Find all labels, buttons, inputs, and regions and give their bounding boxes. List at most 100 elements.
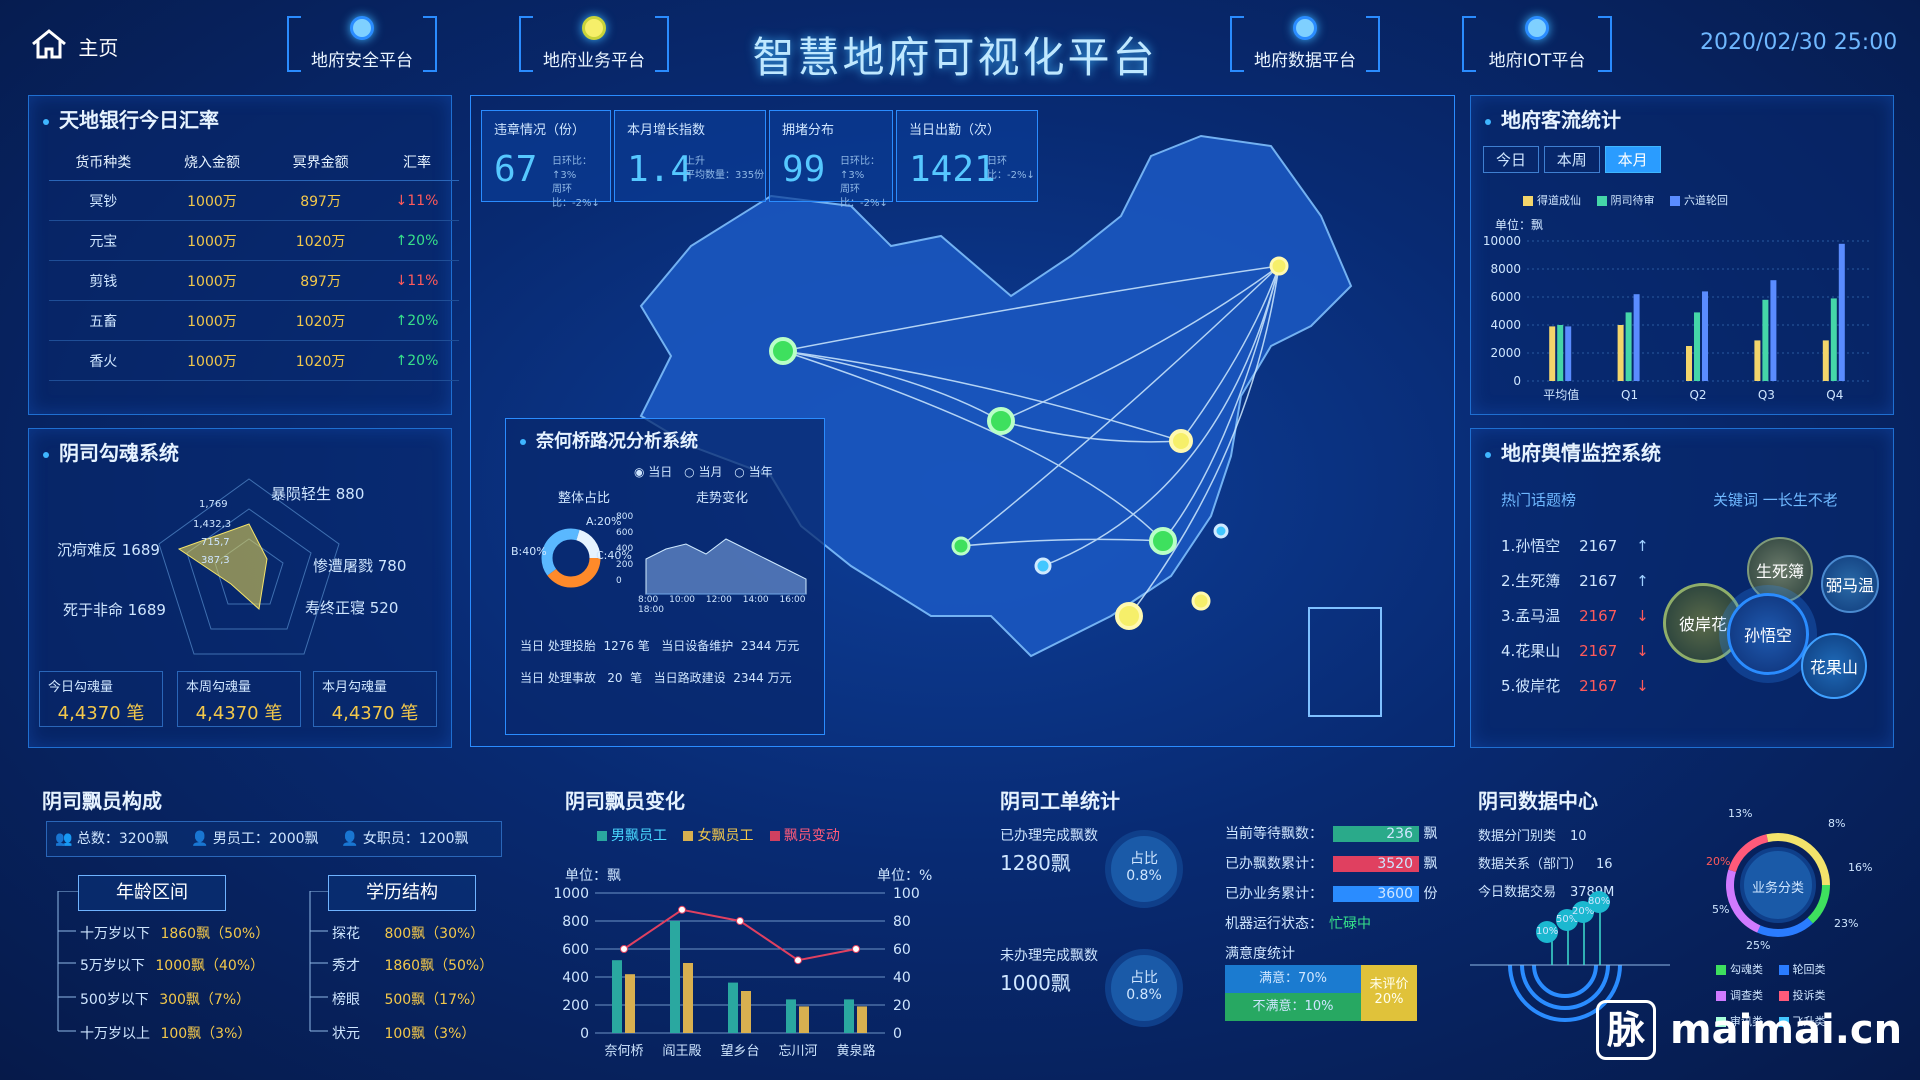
burn-cell: 1000万 xyxy=(157,260,267,301)
radio-year[interactable]: ○ 当年 xyxy=(734,465,772,479)
hot-item[interactable]: 3.孟马温 2167 ↓ xyxy=(1501,605,1649,626)
x-tick: 16:00 xyxy=(779,595,806,605)
kpi-sub: 日环比：↑3% 周环比：-2%↓ xyxy=(552,155,610,211)
bar xyxy=(728,982,738,1033)
y2-tick: 20 xyxy=(893,998,911,1014)
user-icon: 👤 xyxy=(340,831,359,847)
bridge-radio-group[interactable]: ◉ 当日 ○ 当月 ○ 当年 xyxy=(634,463,773,480)
age-label: 5万岁以下 xyxy=(80,958,145,974)
bubble[interactable]: 生死簿 xyxy=(1747,537,1813,603)
unit-left: 单位：飘 xyxy=(565,868,621,884)
nav-business[interactable]: 地府业务平台 xyxy=(519,16,669,72)
y-tick: 2000 xyxy=(1490,346,1521,360)
kpi-sub: 日环比：-2%↓ xyxy=(987,155,1037,183)
kpi-title: 本月增长指数 xyxy=(627,123,706,138)
islands-inset xyxy=(1308,607,1382,717)
kpi-card: 当日出勤（次） 1421 日环比：-2%↓ xyxy=(896,110,1038,202)
arrow-icon: ↑ xyxy=(1636,537,1649,555)
x-tick: 8:00 xyxy=(638,595,659,605)
done-total-value: 3520 xyxy=(1333,856,1419,872)
age-row: 十万岁以下 1860飘（50%） xyxy=(80,923,269,943)
radio-month[interactable]: ○ 当月 xyxy=(684,465,722,479)
bar xyxy=(1702,291,1708,381)
legend-label: 六道轮回 xyxy=(1684,194,1728,207)
line-point xyxy=(794,956,802,965)
kpi-sub1: 日环比：↑3% xyxy=(840,156,880,181)
x-tick: 平均值 xyxy=(1543,387,1579,402)
staff-title: 阴司飘员构成 xyxy=(42,789,162,813)
visitor-legend: 得道成仙 阴司待审 六道轮回 xyxy=(1511,192,1728,208)
ring-pct: 25% xyxy=(1746,939,1771,952)
stat-box: 本周勾魂量 4,4370 笔 xyxy=(177,671,301,727)
hot-item[interactable]: 2.生死簿 2167 ↑ xyxy=(1501,570,1649,591)
nav-data[interactable]: 地府数据平台 xyxy=(1230,16,1380,72)
bubble[interactable]: 花果山 xyxy=(1801,633,1867,699)
unit-right: 单位：% xyxy=(877,868,933,884)
bar xyxy=(612,960,622,1033)
tab-week[interactable]: 本周 xyxy=(1543,146,1600,173)
hot-name: 5.彼岸花 xyxy=(1501,677,1561,695)
y-tick: 800 xyxy=(562,914,589,930)
bar xyxy=(857,1006,867,1033)
radio-day[interactable]: ◉ 当日 xyxy=(634,465,672,479)
edu-label: 秀才 xyxy=(332,958,360,974)
hot-item[interactable]: 5.彼岸花 2167 ↓ xyxy=(1501,675,1649,696)
currency-cell: 冥钞 xyxy=(49,180,158,221)
hot-item[interactable]: 4.花果山 2167 ↓ xyxy=(1501,640,1649,661)
nav-label: 地府安全平台 xyxy=(311,51,413,71)
dc-line: 数据分门别类 10 xyxy=(1478,825,1587,844)
staff-total: 总数：3200飘 xyxy=(76,831,169,847)
tab-today[interactable]: 今日 xyxy=(1483,146,1540,173)
hot-item[interactable]: 1.孙悟空 2167 ↑ xyxy=(1501,535,1649,556)
x-tick: 10:00 xyxy=(669,595,696,605)
x-tick: Q2 xyxy=(1689,388,1706,402)
stat-value: 4,4370 笔 xyxy=(195,703,283,724)
satisfaction-title: 满意度统计 xyxy=(1225,946,1295,962)
kpi-title: 违章情况（份） xyxy=(494,123,586,138)
table-header-row: 货币种类 烧入金额 冥界金额 汇率 xyxy=(49,144,459,181)
age-val: 300飘（7%） xyxy=(159,992,251,1008)
radar-tick: 715,7 xyxy=(201,537,230,548)
dc-ring-center: 业务分类 xyxy=(1751,881,1804,896)
nav-dot-icon xyxy=(582,16,606,40)
bubble[interactable]: 孙悟空 xyxy=(1727,593,1809,675)
x-tick: 望乡台 xyxy=(720,1043,759,1059)
visitor-panel: 地府客流统计 今日 本周 本月 得道成仙 阴司待审 六道轮回 单位：飘 1000… xyxy=(1470,95,1894,415)
kpi-sub: 日环比：↑3% 周环比：-2%↓ xyxy=(840,155,892,211)
x-tick: 12:00 xyxy=(705,595,732,605)
bar xyxy=(1830,298,1837,381)
edu-row: 秀才 1860飘（50%） xyxy=(332,955,493,975)
home-link[interactable]: 主页 xyxy=(30,28,118,65)
waiting-label: 当前等待飘数： xyxy=(1225,826,1323,842)
burn-cell: 1000万 xyxy=(157,180,267,221)
bubble[interactable]: 弼马温 xyxy=(1821,555,1879,613)
x-tick: Q1 xyxy=(1621,388,1638,402)
stat-box: 今日勾魂量 4,4370 笔 xyxy=(39,671,163,727)
dc-val: 16 xyxy=(1596,857,1613,872)
stat-label: 今日勾魂量 xyxy=(48,680,114,695)
bar xyxy=(625,974,635,1033)
bar xyxy=(1838,243,1845,381)
y-tick: 200 xyxy=(616,560,634,570)
nav-label: 地府业务平台 xyxy=(543,51,645,71)
bar xyxy=(1557,325,1564,381)
legend-label: 勾魂类 xyxy=(1730,963,1763,976)
kpi-sub1: 日环比：-2%↓ xyxy=(987,156,1035,181)
currency-cell: 元宝 xyxy=(49,220,158,261)
tab-month[interactable]: 本月 xyxy=(1604,146,1661,173)
hot-val: 2167 xyxy=(1579,537,1618,555)
bar-pct: 80% xyxy=(1588,891,1610,913)
sentiment-panel: 地府舆情监控系统 热门话题榜 关键词 一长生不老 1.孙悟空 2167 ↑ 2.… xyxy=(1470,428,1894,748)
line-point xyxy=(678,905,686,914)
age-label: 十万岁以下 xyxy=(80,926,150,942)
y-tick: 0 xyxy=(580,1026,589,1042)
nav-security[interactable]: 地府安全平台 xyxy=(287,16,437,72)
arrow-icon: ↓ xyxy=(1636,642,1649,660)
bar xyxy=(1625,312,1632,381)
nav-iot[interactable]: 地府IOT平台 xyxy=(1462,16,1612,72)
staff-panel: 阴司飘员构成 👥 总数：3200飘 👤 男员工：2000飘 👤 女职员：1200… xyxy=(28,765,533,1065)
sat-satisfied: 满意：70% xyxy=(1225,965,1361,993)
radar-label: 死于非命 1689 xyxy=(63,601,166,619)
hot-name: 4.花果山 xyxy=(1501,642,1561,660)
x-tick: 阎王殿 xyxy=(662,1044,701,1059)
